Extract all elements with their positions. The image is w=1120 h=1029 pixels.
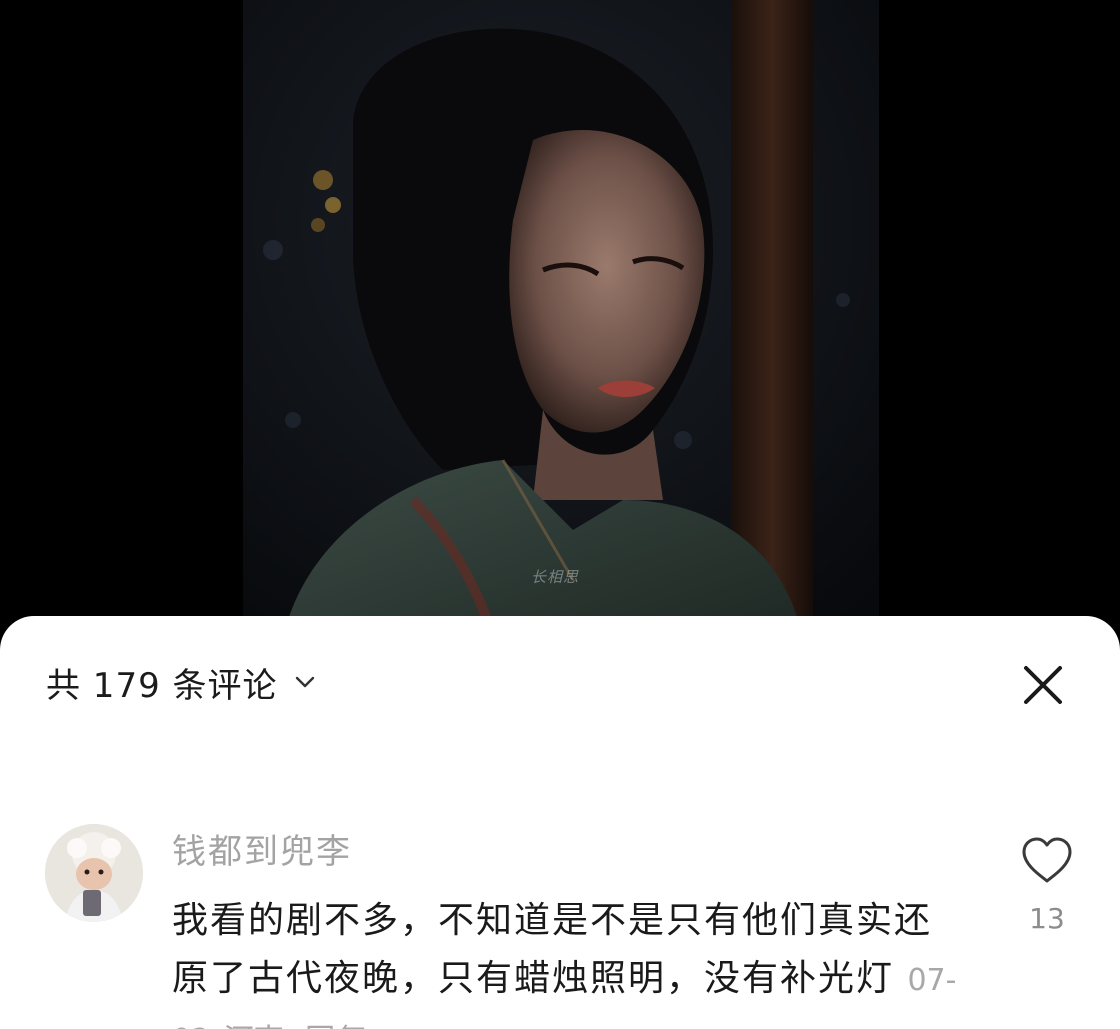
comment-text: 我看的剧不多，不知道是不是只有他们真实还原了古代夜晚，只有蜡烛照明，没有补光灯 (172, 900, 933, 999)
comments-count-title[interactable]: 共 179 条评论 (46, 658, 278, 707)
heart-outline-icon[interactable] (1020, 836, 1074, 886)
comment-item: 钱都到兜李 我看的剧不多，不知道是不是只有他们真实还原了古代夜晚，只有蜡烛照明，… (0, 816, 1120, 1029)
comment-body: 我看的剧不多，不知道是不是只有他们真实还原了古代夜晚，只有蜡烛照明，没有补光灯 … (172, 892, 962, 1029)
photo-watermark: 长相思 (531, 568, 580, 586)
comments-sheet: 共 179 条评论 钱都到兜李 我看的剧不多，不知道是不是只有他们真实还原了古代… (0, 616, 1120, 1029)
comment-location: 河南 (224, 1023, 284, 1029)
screen: 长相思 共 179 条评论 钱都到兜李 我看的剧不多，不知道是不是只有他们真实还… (0, 0, 1120, 1029)
comments-header[interactable]: 共 179 条评论 (46, 658, 318, 707)
chevron-down-icon[interactable] (292, 669, 318, 695)
post-photo[interactable]: 长相思 (243, 0, 879, 640)
reply-button[interactable]: 回复 (305, 1023, 369, 1029)
photo-illustration (243, 0, 879, 640)
avatar[interactable] (45, 824, 143, 922)
like-count: 13 (1029, 902, 1065, 935)
close-icon[interactable] (1018, 660, 1068, 710)
comment-username[interactable]: 钱都到兜李 (172, 824, 352, 873)
